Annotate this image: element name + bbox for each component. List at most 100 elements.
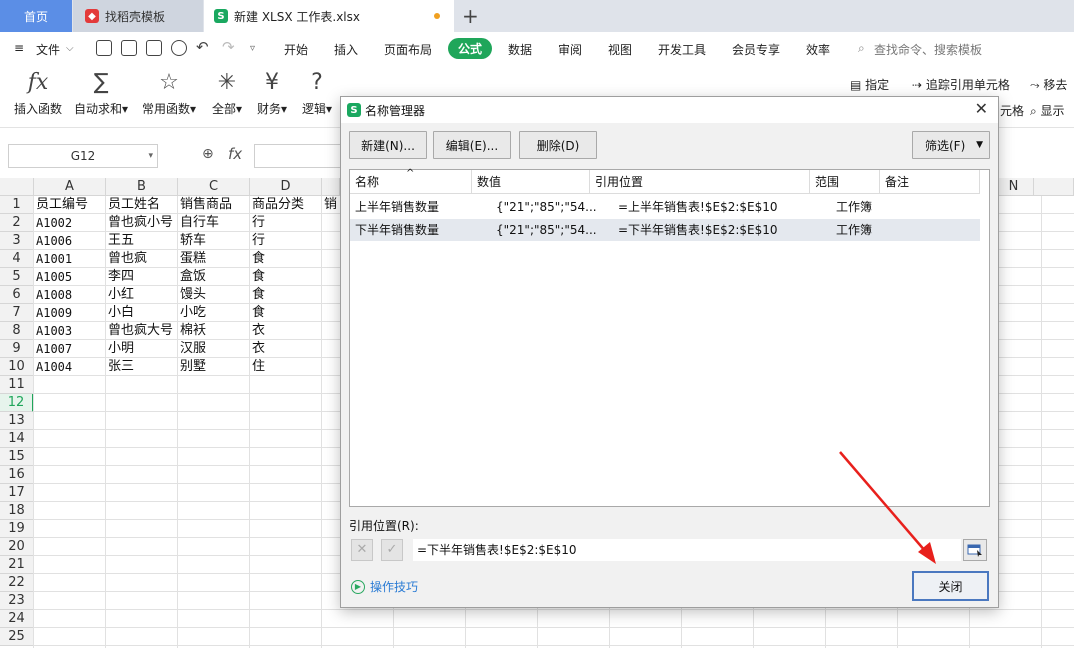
new-name-button[interactable]: 新建(N)... (349, 131, 427, 159)
menu-efficiency[interactable]: 效率 (806, 41, 830, 58)
row-header[interactable]: 2 (0, 214, 34, 232)
row-header[interactable]: 11 (0, 376, 34, 394)
autosum-button[interactable]: ∑ 自动求和▾ (72, 66, 130, 128)
print-preview-icon[interactable] (171, 40, 187, 56)
confirm-edit-icon[interactable]: ✓ (381, 539, 403, 561)
sheet-cell[interactable]: 行 (250, 232, 322, 250)
sheet-cell[interactable]: A1002 (34, 214, 106, 232)
row-header[interactable]: 7 (0, 304, 34, 322)
sheet-cell[interactable]: 食 (250, 286, 322, 304)
sheet-cell[interactable]: 食 (250, 268, 322, 286)
col-header-a[interactable]: A (34, 178, 106, 196)
print-icon[interactable] (146, 40, 162, 56)
row-header[interactable]: 8 (0, 322, 34, 340)
sheet-cell[interactable]: 小明 (106, 340, 178, 358)
menu-formula[interactable]: 公式 (448, 38, 493, 59)
cancel-edit-icon[interactable]: ✕ (351, 539, 373, 561)
close-button[interactable]: 关闭 (912, 571, 989, 601)
select-all-corner[interactable] (0, 178, 34, 196)
redo-icon[interactable]: ↷ (222, 38, 235, 56)
ref-input[interactable]: =下半年销售表!$E$2:$E$10 (413, 539, 961, 561)
insert-function-button[interactable]: fx 插入函数 (12, 66, 64, 128)
tab-home[interactable]: 首页 (0, 0, 72, 32)
col-header-b[interactable]: B (106, 178, 178, 196)
sheet-cell[interactable]: A1005 (34, 268, 106, 286)
hamburger-icon[interactable]: ≡ (14, 41, 24, 55)
col-header-d[interactable]: D (250, 178, 322, 196)
list-header-name[interactable]: 名称 ^ (350, 168, 472, 194)
menu-insert[interactable]: 插入 (334, 41, 358, 58)
menu-start[interactable]: 开始 (284, 41, 308, 58)
tips-link[interactable]: ▶ 操作技巧 (351, 578, 418, 595)
sheet-cell[interactable]: A1009 (34, 304, 106, 322)
list-header-scope[interactable]: 范围 (810, 170, 880, 194)
sheet-cell[interactable]: A1003 (34, 322, 106, 340)
row-header[interactable]: 3 (0, 232, 34, 250)
sheet-cell[interactable]: 食 (250, 304, 322, 322)
sheet-cell[interactable]: 曾也疯大号 (106, 322, 178, 340)
sheet-cell[interactable]: 食 (250, 250, 322, 268)
export-icon[interactable] (121, 40, 137, 56)
sheet-cell[interactable]: 员工编号 (34, 196, 106, 214)
sheet-cell[interactable]: 行 (250, 214, 322, 232)
row-header[interactable]: 1 (0, 196, 34, 214)
sheet-cell[interactable]: 住 (250, 358, 322, 376)
sheet-cell[interactable]: A1006 (34, 232, 106, 250)
row-header[interactable]: 19 (0, 520, 34, 538)
show-formulas-button[interactable]: ⌕ 显示 (1030, 102, 1065, 119)
save-icon[interactable] (96, 40, 112, 56)
sheet-cell[interactable]: 汉服 (178, 340, 250, 358)
row-header[interactable]: 5 (0, 268, 34, 286)
list-item-selected[interactable]: 下半年销售数量 {"21";"85";"54... =下半年销售表!$E$2:$… (350, 219, 980, 241)
remove-arrows-button[interactable]: ⤳ 移去 (1030, 76, 1067, 93)
sheet-cell[interactable]: 小吃 (178, 304, 250, 322)
add-tab-icon[interactable]: + (462, 4, 479, 28)
sheet-cell[interactable]: 别墅 (178, 358, 250, 376)
sheet-cell[interactable]: 李四 (106, 268, 178, 286)
row-header[interactable]: 13 (0, 412, 34, 430)
sheet-cell[interactable]: 盒饭 (178, 268, 250, 286)
list-header-note[interactable]: 备注 (880, 170, 980, 194)
menu-developer[interactable]: 开发工具 (658, 41, 706, 58)
sheet-cell[interactable]: 棉袄 (178, 322, 250, 340)
sheet-cell[interactable]: 王五 (106, 232, 178, 250)
sheet-cell[interactable]: 小白 (106, 304, 178, 322)
chevron-down-icon[interactable]: ⌵ (66, 43, 74, 54)
sheet-cell[interactable]: 衣 (250, 322, 322, 340)
edit-name-button[interactable]: 编辑(E)... (433, 131, 511, 159)
sheet-cell[interactable]: 轿车 (178, 232, 250, 250)
col-header-e[interactable] (322, 178, 340, 196)
sheet-cell[interactable]: 曾也疯小号 (106, 214, 178, 232)
sheet-cell[interactable]: 小红 (106, 286, 178, 304)
tab-template[interactable]: ◆ 找稻壳模板 (73, 0, 203, 32)
list-header-value[interactable]: 数值 (472, 170, 590, 194)
col-header-n[interactable]: N (994, 178, 1034, 196)
row-header[interactable]: 17 (0, 484, 34, 502)
menu-review[interactable]: 审阅 (558, 41, 582, 58)
row-header[interactable]: 4 (0, 250, 34, 268)
filter-button[interactable]: 筛选(F) ▼ (912, 131, 990, 159)
formula-input[interactable] (254, 144, 344, 168)
close-icon[interactable]: ✕ (975, 99, 988, 118)
sheet-cell[interactable]: A1004 (34, 358, 106, 376)
trace-precedents-button[interactable]: ⇢ 追踪引用单元格 (912, 76, 1010, 93)
sheet-cell[interactable]: A1007 (34, 340, 106, 358)
menu-data[interactable]: 数据 (508, 41, 532, 58)
trace-dependents-button[interactable]: 元格 (1000, 102, 1024, 119)
sheet-cell[interactable]: 员工姓名 (106, 196, 178, 214)
row-header[interactable]: 21 (0, 556, 34, 574)
list-header-ref[interactable]: 引用位置 (590, 170, 810, 194)
fx-icon[interactable]: fx (228, 145, 242, 163)
finance-button[interactable]: ¥ 财务▾ (254, 66, 290, 128)
sheet-cell-e1[interactable]: 销 (322, 196, 340, 214)
sheet-cell[interactable]: 曾也疯 (106, 250, 178, 268)
row-header[interactable]: 22 (0, 574, 34, 592)
tab-document[interactable]: S 新建 XLSX 工作表.xlsx (204, 0, 454, 32)
zoom-icon[interactable]: ⊕ (202, 146, 214, 162)
row-header[interactable]: 20 (0, 538, 34, 556)
menu-page-layout[interactable]: 页面布局 (384, 41, 432, 58)
undo-icon[interactable]: ↶ (196, 38, 209, 56)
menu-view[interactable]: 视图 (608, 41, 632, 58)
chevron-down-icon[interactable]: ▾ (148, 145, 153, 167)
sheet-cell[interactable]: 销售商品 (178, 196, 250, 214)
